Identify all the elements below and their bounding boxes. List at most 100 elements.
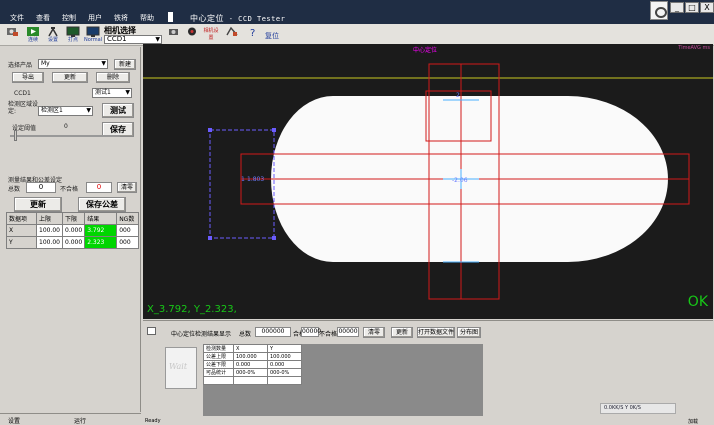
question-icon: ? xyxy=(250,28,255,37)
continuous-button[interactable]: 连续 xyxy=(24,26,42,45)
header-upper: 上限 xyxy=(36,212,63,225)
close-button[interactable]: X xyxy=(700,2,714,13)
toolbar: 连续 设置 打点 Normal 相机选择 CCD1 ▼ 相机设置 ? 复位 xyxy=(0,24,714,46)
ng-value: 0 xyxy=(86,182,112,193)
product-select[interactable]: My ▼ xyxy=(38,59,108,69)
bottom-total-value: 000000 xyxy=(255,327,291,337)
menu-separator xyxy=(168,12,173,22)
test-button[interactable]: 测试 xyxy=(102,103,134,118)
record-button[interactable] xyxy=(184,26,200,45)
bottom-pass-value: 00000 xyxy=(301,327,322,337)
lower-y-input[interactable]: 0.000 xyxy=(61,236,86,249)
menu-user[interactable]: 用户 xyxy=(82,13,108,23)
menu-bar: 文件 查看 控制 用户 铁将 帮助 xyxy=(4,13,160,23)
calibrate-icon xyxy=(226,26,238,36)
calibrate-button[interactable] xyxy=(224,26,240,45)
settings-button[interactable]: 设置 xyxy=(44,26,62,45)
row-label-y: Y xyxy=(6,236,37,249)
clear-button[interactable]: 清零 xyxy=(117,182,137,193)
wait-indicator: Wait xyxy=(165,347,197,389)
roi-handle xyxy=(208,236,212,240)
status-run: 运行 xyxy=(74,418,87,425)
header-item: 数据项 xyxy=(6,212,37,225)
point-button[interactable]: 打点 xyxy=(64,26,82,45)
lower-x-input[interactable]: 0.000 xyxy=(61,224,86,237)
camera-tool-button[interactable] xyxy=(166,26,182,45)
region-label: 检测区域设定: xyxy=(8,101,39,115)
menu-file[interactable]: 文件 xyxy=(4,13,30,23)
camera-settings-button[interactable]: 相机设置 xyxy=(203,26,219,45)
roi-handle xyxy=(272,128,276,132)
app-title-sub: - CCD Tester xyxy=(224,15,286,23)
update-tolerance-button[interactable]: 更新 xyxy=(14,197,62,212)
result-y: 2.323 xyxy=(84,236,118,249)
center-label: -2.06 xyxy=(452,177,468,184)
upper-x-input[interactable]: 100.00 xyxy=(36,224,63,237)
status-right: 加载 xyxy=(688,419,699,425)
open-data-file-button[interactable]: 打开数据文件 xyxy=(417,327,455,338)
minimize-button[interactable]: _ xyxy=(670,2,684,13)
total-label: 总数 xyxy=(8,186,21,193)
region-select[interactable]: 检测区1 ▼ xyxy=(38,106,93,116)
chevron-down-icon: ▼ xyxy=(101,60,106,67)
single-shot-button[interactable] xyxy=(4,26,20,45)
reset-button[interactable]: 复位 xyxy=(265,31,279,41)
bottom-clear-button[interactable]: 清零 xyxy=(363,327,385,338)
title-bar: 文件 查看 控制 用户 铁将 帮助 中心定位 - CCD Tester _ □ … xyxy=(0,0,714,24)
delete-button[interactable]: 删除 xyxy=(96,72,130,83)
save-tolerance-button[interactable]: 保存公差 xyxy=(78,197,126,212)
menu-tools[interactable]: 铁将 xyxy=(108,13,134,23)
ng-x: 000 xyxy=(116,224,140,237)
tools-icon xyxy=(48,27,58,37)
status-setup: 设置 xyxy=(8,418,21,425)
camera-image-view[interactable]: 中心定位 TimeAVG ms 1 1.803 2 -2.06 X_3.792,… xyxy=(143,44,713,319)
tolerance-table: 数据项 上限 下限 结果 NG数 X 100.00 0.000 3.792 00… xyxy=(6,212,140,249)
result-panel: 中心定位检测结果显示 总数 合格 不合格 000000 00000 00000 … xyxy=(143,320,713,417)
table-row: 公差下限 0.000 0.000 xyxy=(203,360,302,369)
ccd-label: CCD1 xyxy=(14,90,31,97)
app-title: 中心定位 - CCD Tester xyxy=(190,13,285,24)
chevron-down-icon: ▼ xyxy=(125,89,130,96)
ng-y: 000 xyxy=(116,236,140,249)
maximize-button[interactable]: □ xyxy=(685,2,699,13)
roi-label-1: 1 xyxy=(241,176,245,183)
upper-y-input[interactable]: 100.00 xyxy=(36,236,63,249)
monitor-normal-icon xyxy=(86,26,100,37)
monitor-icon xyxy=(66,26,80,37)
status-ready: Ready xyxy=(145,418,161,424)
distribution-button[interactable]: 分布图 xyxy=(457,327,481,338)
export-button[interactable]: 导出 xyxy=(12,72,44,83)
menu-control[interactable]: 控制 xyxy=(56,13,82,23)
row-label-x: X xyxy=(6,224,37,237)
ok-status: OK xyxy=(687,294,708,310)
bottom-ng-value: 00000 xyxy=(337,327,359,337)
bottom-update-button[interactable]: 更新 xyxy=(391,327,413,338)
new-product-button[interactable]: 新建 xyxy=(114,59,136,70)
camera-select[interactable]: CCD1 ▼ xyxy=(104,35,162,44)
menu-view[interactable]: 查看 xyxy=(30,13,56,23)
menu-help[interactable]: 帮助 xyxy=(134,13,160,23)
table-row: 公差上限 100.000 100.000 xyxy=(203,352,302,361)
result-table: 检测数量 X Y 公差上限 100.000 100.000 公差下限 0.000… xyxy=(203,344,302,385)
update-product-button[interactable]: 更新 xyxy=(52,72,88,83)
table-row: X 100.00 0.000 3.792 000 xyxy=(6,224,140,237)
status-bar: Ready 加载 xyxy=(143,418,714,425)
table-row: 检测数量 X Y xyxy=(203,344,302,353)
bottom-total-label: 总数 xyxy=(239,331,252,338)
normal-button[interactable]: Normal xyxy=(84,26,102,45)
record-icon xyxy=(188,27,196,36)
help-button[interactable]: ? xyxy=(246,26,258,45)
threshold-slider-track xyxy=(10,135,120,137)
bottom-ng-label: 不合格 xyxy=(319,331,338,338)
ng-label: 不合格 xyxy=(60,186,79,193)
test-select[interactable]: 测试1 ▼ xyxy=(92,88,132,98)
header-ng: NG数 xyxy=(116,212,140,225)
app-title-main: 中心定位 xyxy=(190,14,224,23)
speed-indicator: 0.0KK/S Y 0K/S xyxy=(600,403,676,414)
panel-icon xyxy=(147,327,156,335)
product-label: 选择产品 xyxy=(8,62,33,69)
threshold-slider[interactable] xyxy=(14,130,17,141)
roi-box-1 xyxy=(209,129,275,239)
table-row xyxy=(203,376,302,385)
left-panel: 选择产品 My ▼ 新建 导出 更新 删除 CCD1 测试1 ▼ 检测区域设定:… xyxy=(0,47,141,412)
